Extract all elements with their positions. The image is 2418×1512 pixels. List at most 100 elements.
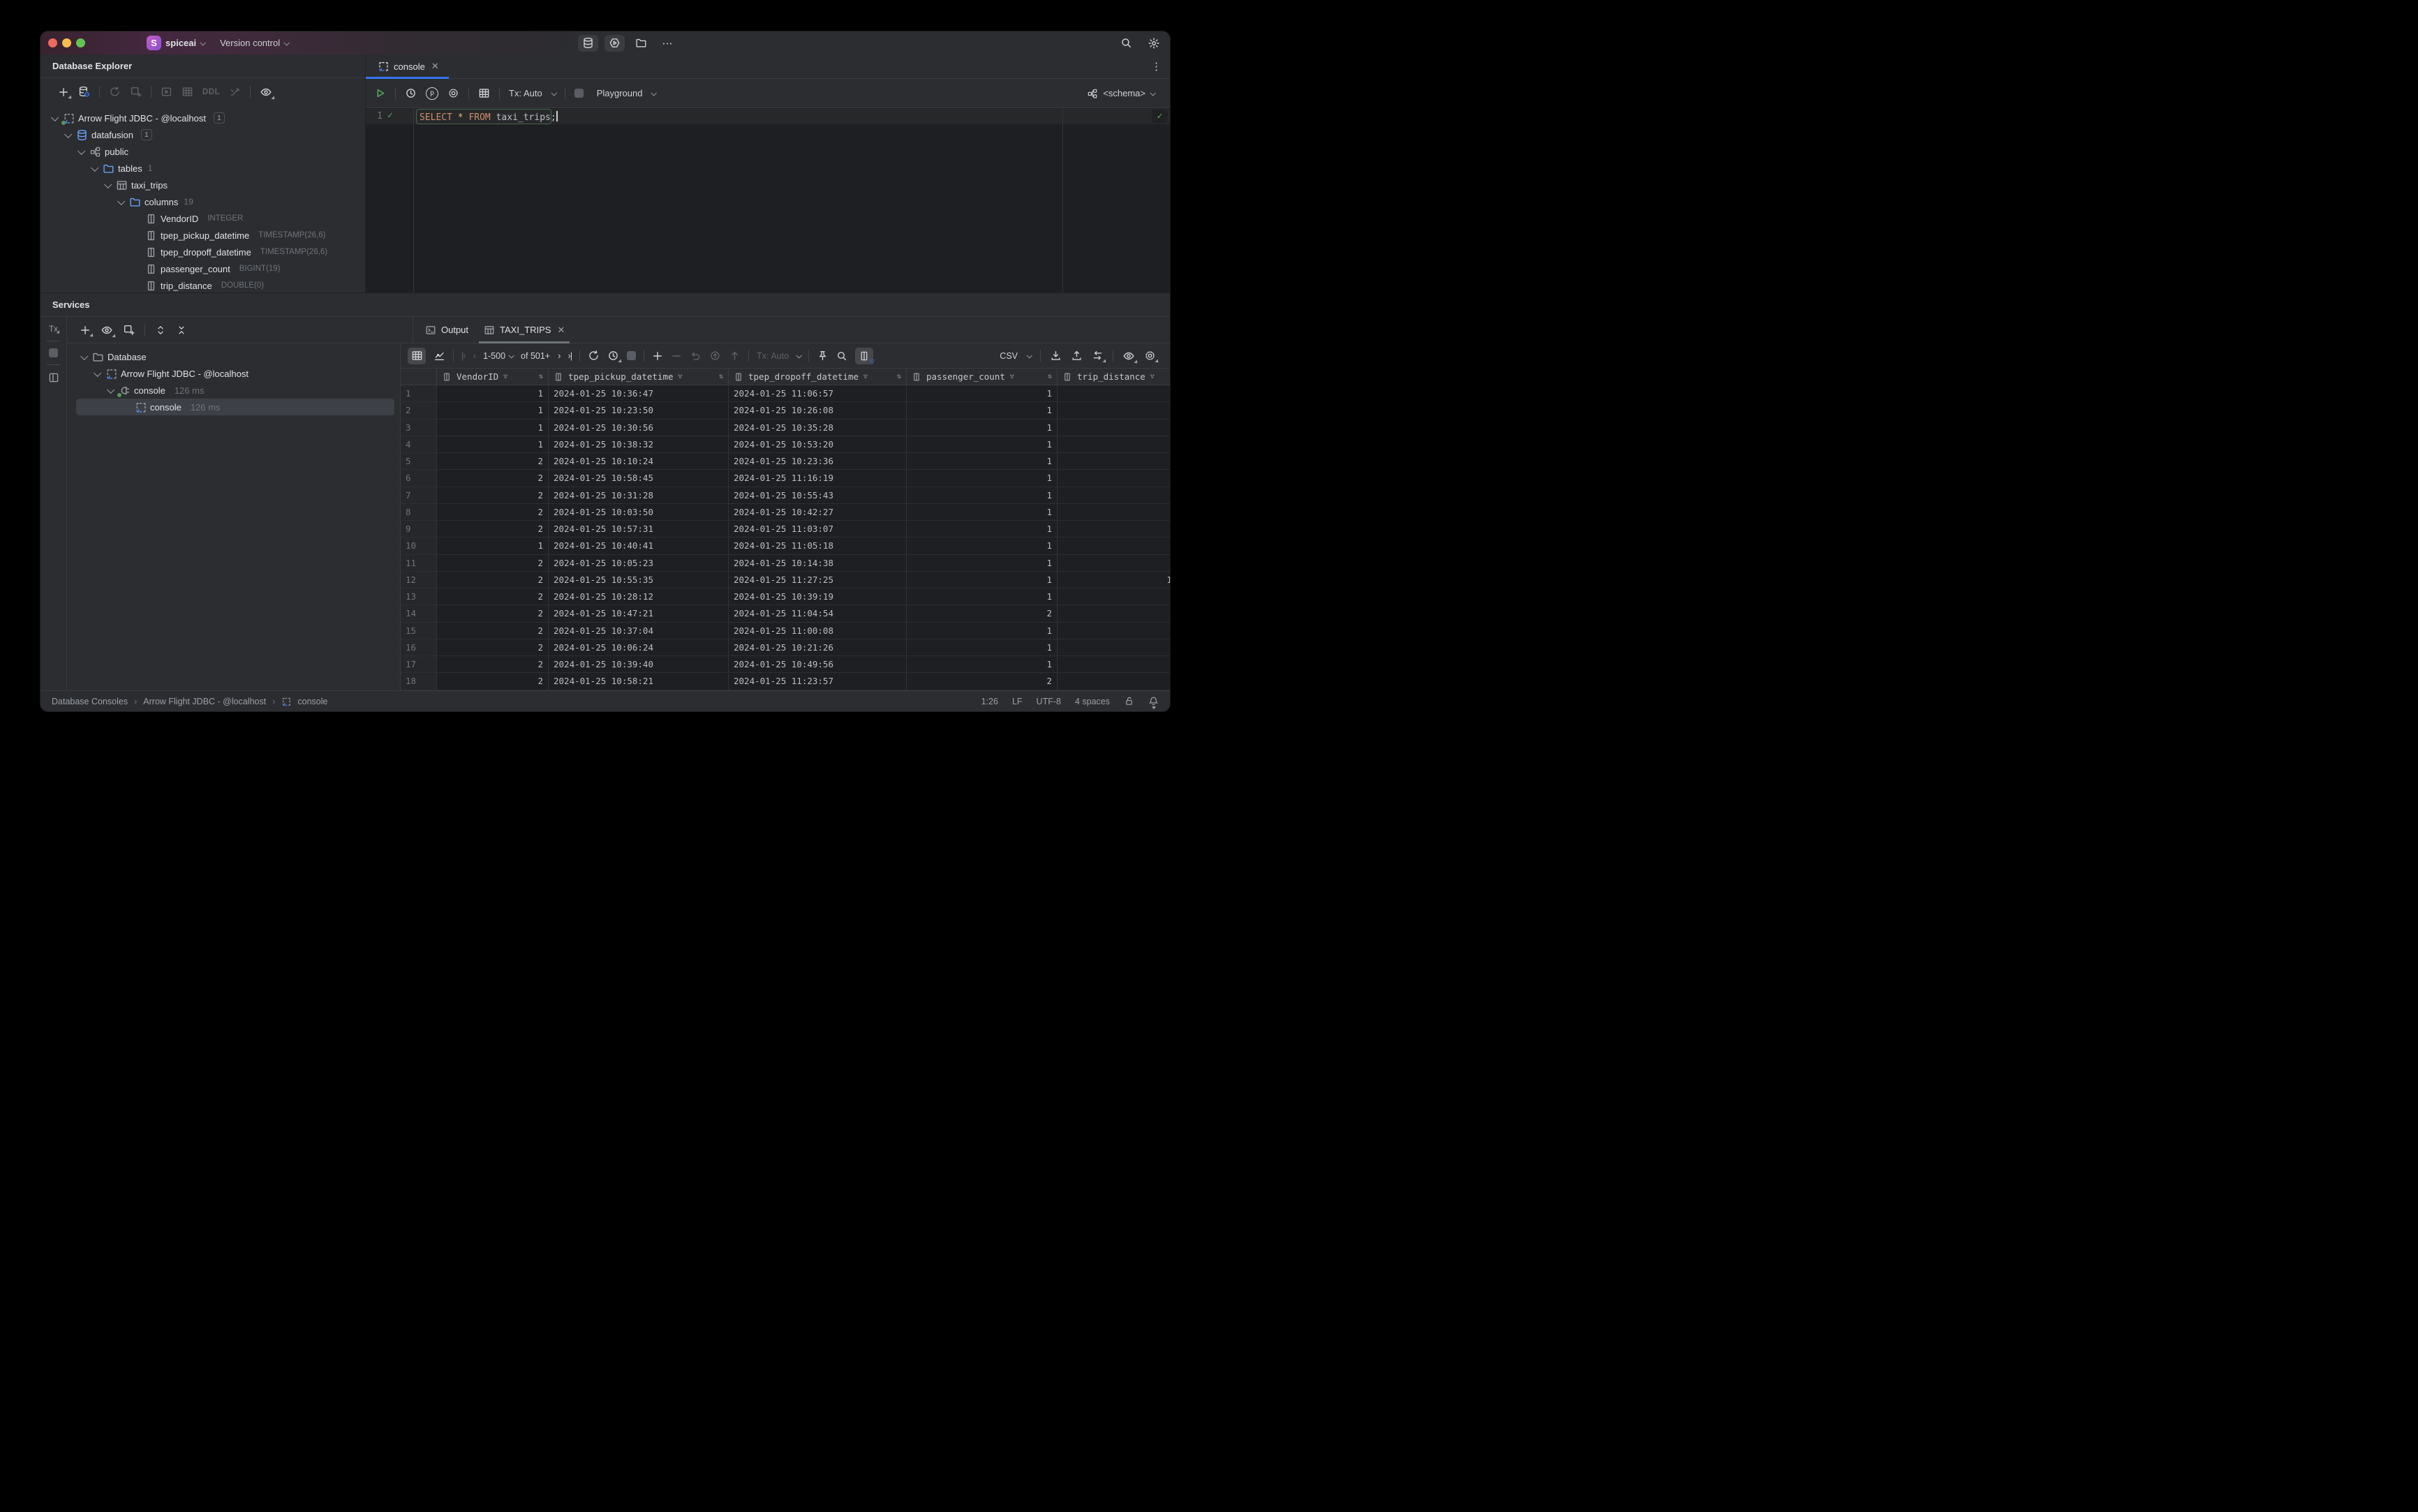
add-service-button[interactable]	[80, 325, 91, 336]
view-options-button[interactable]	[101, 324, 113, 336]
page-range-selector[interactable]: 1-500	[483, 351, 514, 361]
grid-settings-button[interactable]	[1144, 350, 1156, 362]
table-cell[interactable]: 2024-01-25 10:57:31	[549, 521, 729, 538]
tab-options-icon[interactable]: ⋮	[1151, 60, 1162, 73]
table-cell[interactable]: 2024-01-25 10:35:28	[729, 419, 907, 436]
open-in-new-tab-button[interactable]	[123, 324, 135, 336]
table-cell[interactable]: 0.75	[1058, 588, 1170, 605]
table-row[interactable]: 12 2 2024-01-25 10:55:35 2024-01-25 11:27:2…	[401, 571, 1170, 588]
tree-row-public[interactable]: public	[40, 143, 365, 160]
table-cell[interactable]: 2	[437, 571, 549, 588]
search-everywhere-button[interactable]	[1120, 37, 1132, 49]
indent-selector[interactable]: 4 spaces	[1075, 697, 1110, 706]
sort-icon[interactable]: ⇅	[539, 373, 543, 380]
submit-button[interactable]	[729, 350, 741, 362]
table-cell[interactable]: 2	[437, 673, 549, 690]
chevron-down-icon[interactable]	[94, 369, 102, 377]
table-cell[interactable]: 1	[437, 436, 549, 452]
table-cell[interactable]: 1	[907, 487, 1058, 503]
breadcrumb-item[interactable]: Database Consoles	[52, 697, 128, 706]
table-cell[interactable]: 1.8	[1058, 538, 1170, 554]
table-view-button[interactable]	[408, 347, 426, 364]
column-header-trip_distance[interactable]: trip_distance▽⇅	[1058, 369, 1170, 385]
minimize-window-button[interactable]	[62, 38, 71, 47]
collapse-all-button[interactable]	[176, 325, 187, 336]
table-cell[interactable]: 2024-01-25 10:31:28	[549, 487, 729, 503]
table-cell[interactable]: 0.76	[1058, 521, 1170, 537]
table-cell[interactable]: 1	[907, 639, 1058, 655]
last-page-button[interactable]: ›|	[568, 350, 572, 361]
table-cell[interactable]: 2	[907, 605, 1058, 622]
schema-selector[interactable]: <schema>	[1087, 88, 1170, 99]
chevron-down-icon[interactable]	[107, 385, 115, 394]
table-cell[interactable]: 2024-01-25 10:14:38	[729, 554, 907, 571]
tree-row-tables[interactable]: tables 1	[40, 160, 365, 177]
commit-button[interactable]	[709, 350, 721, 362]
table-cell[interactable]: 2	[437, 453, 549, 470]
sql-editor[interactable]: 1 ✓ SELECT * FROM taxi_trips; ✓	[366, 108, 1170, 292]
table-cell[interactable]: 0.8	[1058, 420, 1170, 436]
table-cell[interactable]: 2024-01-25 10:10:24	[549, 453, 729, 470]
more-tool-windows-button[interactable]: ⋯	[658, 35, 678, 52]
table-cell[interactable]: 2	[437, 470, 549, 487]
tree-row-console[interactable]: console 126 ms	[67, 382, 400, 399]
column-header-tpep_pickup_datetime[interactable]: tpep_pickup_datetime ▽ ⇅	[549, 369, 729, 385]
chevron-down-icon[interactable]	[117, 197, 126, 205]
table-cell[interactable]: 0.68	[1058, 555, 1170, 571]
tree-row-console[interactable]: console 126 ms	[67, 399, 400, 415]
tree-row-trip-distance[interactable]: trip_distance DOUBLE(0)	[40, 277, 365, 292]
reload-page-button[interactable]	[588, 350, 600, 362]
version-control-menu[interactable]: Version control	[220, 38, 280, 48]
table-cell[interactable]: 1	[907, 470, 1058, 487]
table-cell[interactable]: 2024-01-25 11:23:57	[729, 673, 907, 690]
table-cell[interactable]: 1	[437, 402, 549, 419]
add-row-button[interactable]	[652, 350, 663, 362]
breadcrumb-item[interactable]: console	[297, 697, 327, 706]
run-configuration-button[interactable]	[604, 34, 625, 52]
upload-data-button[interactable]	[1071, 350, 1083, 362]
close-tab-icon[interactable]: ✕	[431, 61, 439, 72]
add-data-source-button[interactable]	[58, 87, 69, 98]
chevron-down-icon[interactable]	[51, 113, 59, 121]
line-ending-selector[interactable]: LF	[1012, 697, 1023, 706]
table-cell[interactable]: 1	[907, 453, 1058, 470]
table-row[interactable]: 18 2 2024-01-25 10:58:21 2024-01-25 11:23:5…	[401, 673, 1170, 690]
table-cell[interactable]: 1	[437, 385, 549, 402]
table-cell[interactable]: 2.46	[1058, 623, 1170, 639]
console-settings-button[interactable]	[447, 87, 459, 99]
tab-taxi-trips[interactable]: TAXI_TRIPS ✕	[476, 317, 572, 343]
table-cell[interactable]: 2024-01-25 10:47:21	[549, 605, 729, 622]
column-filter-button[interactable]: ▽	[855, 347, 875, 365]
table-cell[interactable]: 2024-01-25 10:39:40	[549, 656, 729, 673]
table-cell[interactable]: 1.3	[1058, 436, 1170, 452]
sort-icon[interactable]: ⇅	[897, 373, 901, 380]
previous-page-button[interactable]: ‹	[473, 350, 476, 361]
table-cell[interactable]: 1.47	[1058, 673, 1170, 689]
table-cell[interactable]: 0.98	[1058, 639, 1170, 655]
table-cell[interactable]: 2024-01-25 10:55:43	[729, 487, 907, 503]
tx-mode-selector[interactable]: Tx: Auto	[509, 88, 542, 98]
table-cell[interactable]: 1	[907, 385, 1058, 402]
table-cell[interactable]: 2	[907, 673, 1058, 690]
explain-plan-button[interactable]: p	[426, 87, 438, 100]
project-avatar[interactable]: S	[147, 36, 161, 50]
export-format-selector[interactable]: CSV	[1000, 351, 1018, 361]
table-row[interactable]: 2 1 2024-01-25 10:23:50 2024-01-25 10:26:08…	[401, 402, 1170, 420]
ddl-button[interactable]: DDL	[202, 88, 220, 96]
table-cell[interactable]: 1	[907, 571, 1058, 588]
table-row[interactable]: 15 2 2024-01-25 10:37:04 2024-01-25 11:00:0…	[401, 622, 1170, 639]
table-cell[interactable]: 2024-01-25 11:27:25	[729, 571, 907, 588]
table-cell[interactable]: 2024-01-25 11:06:57	[729, 385, 907, 402]
table-cell[interactable]: 2024-01-25 10:23:36	[729, 453, 907, 470]
filter-icon[interactable]: ▽	[678, 373, 683, 380]
query-history-button[interactable]	[405, 87, 417, 99]
table-cell[interactable]: 2	[437, 605, 549, 622]
notifications-bell-icon[interactable]	[1148, 696, 1159, 709]
table-cell[interactable]: 2	[437, 554, 549, 571]
tree-row-arrow-flight-jdbc-localhost[interactable]: Arrow Flight JDBC - @localhost	[67, 365, 400, 382]
table-cell[interactable]: 0.43	[1058, 656, 1170, 672]
tree-row-vendorid[interactable]: VendorID INTEGER	[40, 210, 365, 227]
project-files-button[interactable]	[631, 35, 651, 52]
tree-row-tpep-pickup-datetime[interactable]: tpep_pickup_datetime TIMESTAMP(26,6)	[40, 227, 365, 244]
breadcrumb-item[interactable]: Arrow Flight JDBC - @localhost	[143, 697, 266, 706]
